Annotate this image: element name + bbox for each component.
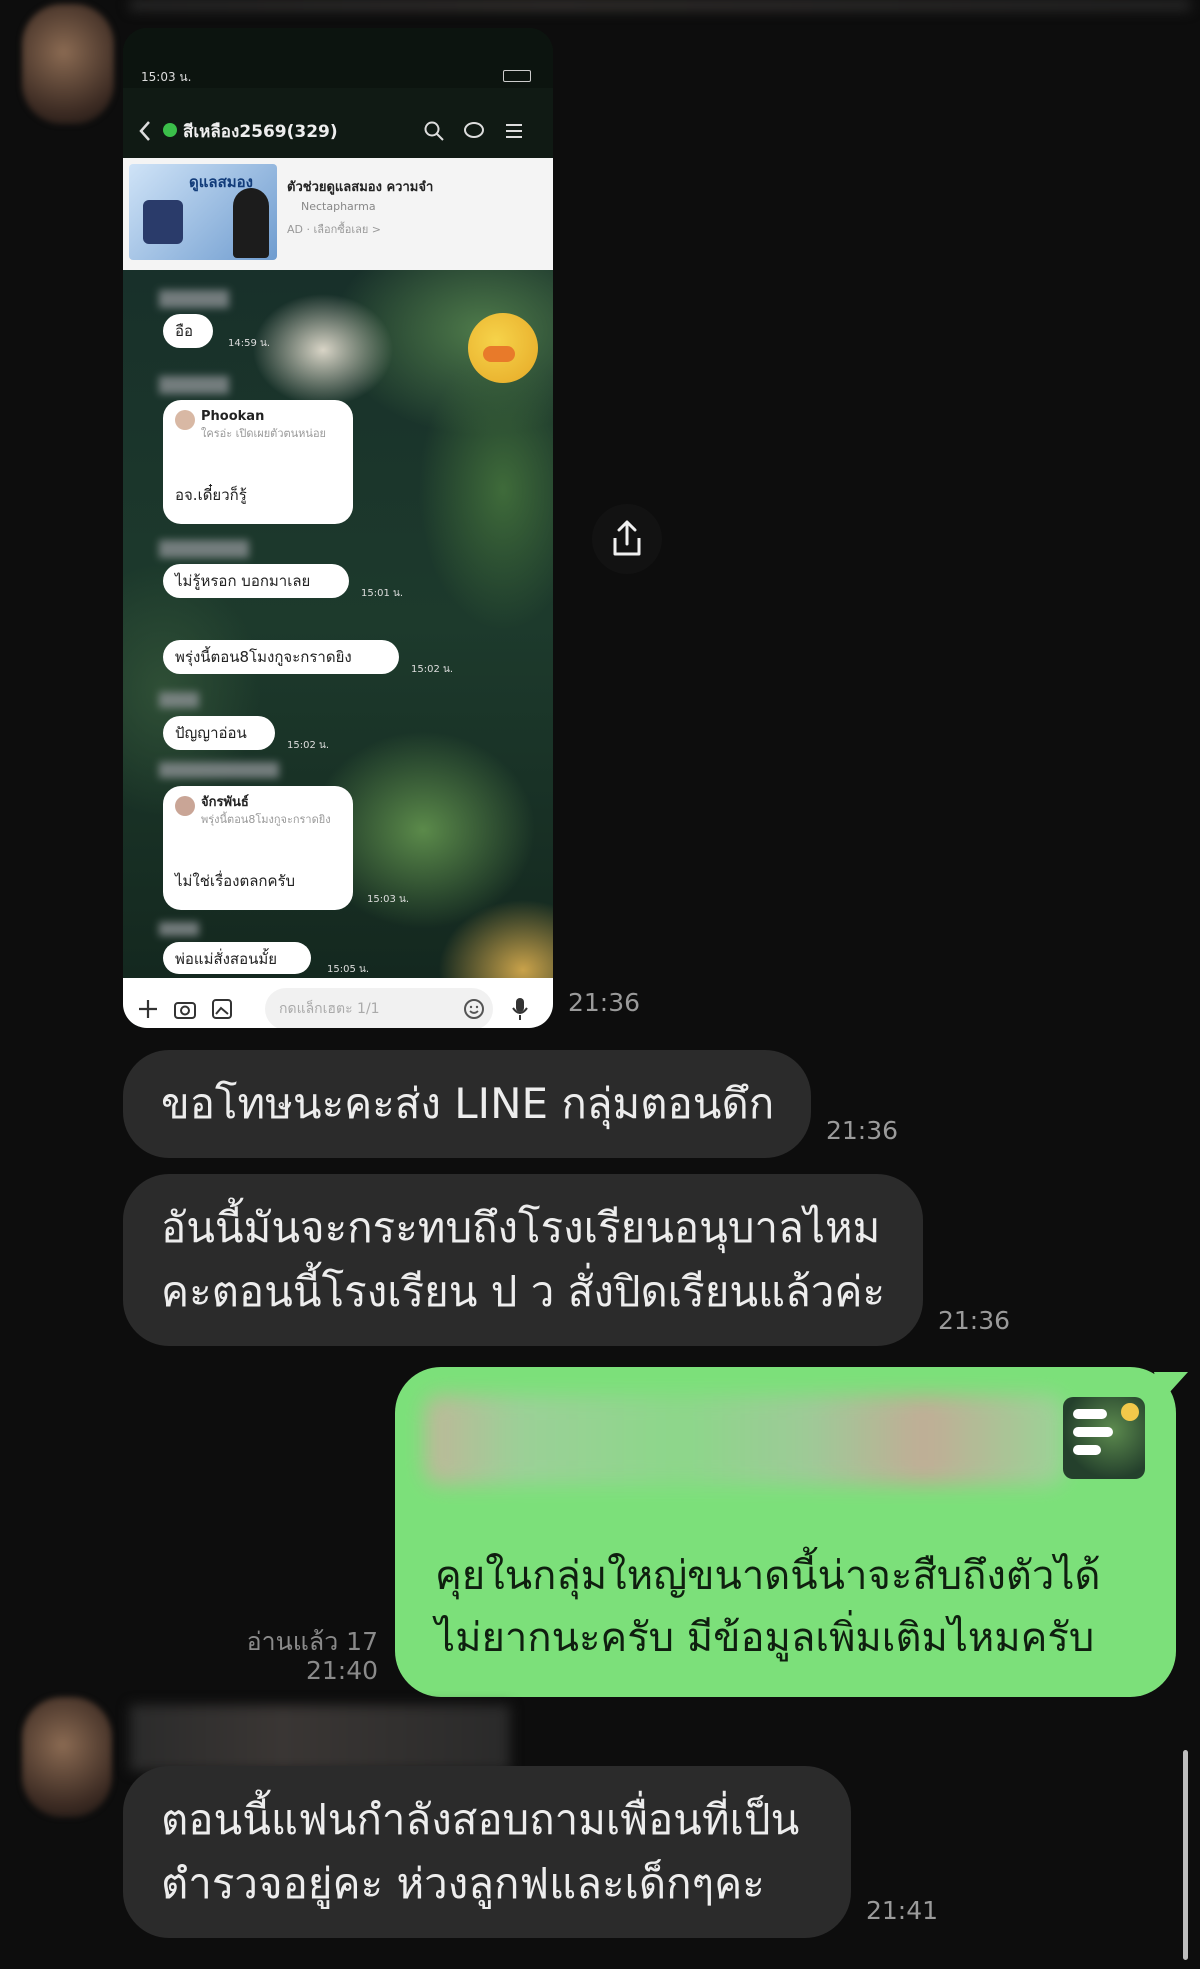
ad-footer[interactable]: AD · เลือกซื้อเลย > bbox=[287, 220, 381, 238]
message-text-line1: ตอนนี้แฟนกำลังสอบถามเพื่อนที่เป็น bbox=[161, 1795, 800, 1844]
camera-icon[interactable] bbox=[173, 998, 197, 1020]
online-dot-icon bbox=[163, 123, 177, 137]
thumb-bubble bbox=[1073, 1427, 1113, 1437]
sender-name-blurred bbox=[130, 1705, 510, 1771]
blurred-sender bbox=[159, 762, 279, 778]
incoming-message[interactable]: ขอโทษนะคะส่ง LINE กลุ่มตอนดึก bbox=[123, 1050, 811, 1158]
incoming-message[interactable]: อันนี้มันจะกระทบถึงโรงเรียนอนุบาลไหม คะต… bbox=[123, 1174, 923, 1346]
phone-reply-message: จักรพันธ์ พรุ่งนี้ตอน8โมงกูจะกราดยิง ไม่… bbox=[163, 786, 353, 910]
phone-message: ปัญญาอ่อน bbox=[163, 716, 275, 750]
quoted-image-thumbnail[interactable] bbox=[1063, 1397, 1145, 1479]
phone-input-bar: กดแล็กเฮตะ 1/1 bbox=[123, 978, 553, 1028]
sender-avatar[interactable] bbox=[22, 4, 114, 124]
phone-message: พ่อแม่สั่งสอนมั้ย bbox=[163, 942, 311, 974]
share-icon bbox=[613, 520, 641, 556]
quoted-message-preview[interactable] bbox=[425, 1395, 1065, 1485]
message-time: 21:41 bbox=[866, 1896, 939, 1925]
phone-message-time: 15:02 น. bbox=[287, 740, 330, 751]
reply-text: อจ.เดี๋ยวก็รู้ bbox=[175, 486, 247, 504]
sender-avatar[interactable] bbox=[22, 1697, 112, 1817]
reply-quote: พรุ่งนี้ตอน8โมงกูจะกราดยิง bbox=[201, 813, 331, 826]
ad-image: ดูแลสมอง bbox=[129, 164, 277, 260]
phone-chat-title: สีเหลือง2569(329) bbox=[183, 122, 338, 142]
phone-status-bar: 15:03 น. bbox=[123, 28, 553, 88]
outgoing-line1: คุยในกลุ่มใหญ่ขนาดนี้น่าจะสืบถึงตัวได้ bbox=[435, 1553, 1101, 1599]
ad-product-icon bbox=[143, 200, 183, 244]
image-icon[interactable] bbox=[211, 998, 233, 1020]
mic-icon[interactable] bbox=[511, 996, 529, 1022]
phone-message-time: 15:02 น. bbox=[411, 664, 454, 675]
thumb-bubble bbox=[1073, 1409, 1107, 1419]
battery-icon bbox=[503, 70, 531, 82]
phone-ad-banner[interactable]: ดูแลสมอง ตัวช่วยดูแลสมอง ความจำ Nectapha… bbox=[123, 158, 553, 270]
chat-bubble-icon[interactable] bbox=[463, 120, 485, 142]
phone-message: พรุ่งนี้ตอน8โมงกูจะกราดยิง bbox=[163, 640, 399, 674]
ad-title: ตัวช่วยดูแลสมอง ความจำ bbox=[287, 180, 434, 195]
phone-message: ไม่รู้หรอก บอกมาเลย bbox=[163, 564, 349, 598]
outgoing-message-text: คุยในกลุ่มใหญ่ขนาดนี้น่าจะสืบถึงตัวได้ ไ… bbox=[435, 1545, 1155, 1669]
phone-message: อือ bbox=[163, 314, 213, 348]
menu-icon[interactable] bbox=[503, 120, 525, 142]
ad-advertiser: Nectapharma bbox=[301, 200, 376, 213]
phone-reply-message: Phookan ใครอ่ะ เปิดเผยตัวตนหน่อย อจ.เดี๋… bbox=[163, 400, 353, 524]
ad-person-icon bbox=[233, 188, 269, 258]
chevron-left-icon[interactable] bbox=[137, 120, 153, 142]
search-icon[interactable] bbox=[423, 120, 445, 142]
reply-avatar bbox=[175, 796, 195, 816]
message-text-line2: คะตอนนี้โรงเรียน ป ว สั่งปิดเรียนแล้วค่ะ bbox=[161, 1267, 886, 1316]
reply-name: จักรพันธ์ bbox=[201, 795, 249, 810]
message-text-line2: ตำรวจอยู่คะ ห่วงลูกฟและเด็กๆคะ bbox=[161, 1859, 765, 1908]
message-time: 21:36 bbox=[938, 1306, 1011, 1335]
incoming-message[interactable]: ตอนนี้แฟนกำลังสอบถามเพื่อนที่เป็น ตำรวจอ… bbox=[123, 1766, 851, 1938]
blurred-sender bbox=[159, 540, 249, 558]
reply-avatar bbox=[175, 410, 195, 430]
blurred-sender bbox=[159, 692, 199, 708]
outgoing-line2: ไม่ยากนะครับ มีข้อมูลเพิ่มเติมไหมครับ bbox=[435, 1615, 1095, 1661]
phone-message-time: 15:05 น. bbox=[327, 964, 370, 975]
phone-status-time: 15:03 น. bbox=[141, 70, 192, 84]
blurred-sender bbox=[159, 922, 199, 936]
reply-text: ไม่ใช่เรื่องตลกครับ bbox=[175, 872, 296, 890]
scrollbar[interactable] bbox=[1183, 1750, 1188, 1960]
phone-message-time: 15:03 น. bbox=[367, 894, 410, 905]
message-time: 21:36 bbox=[826, 1116, 899, 1145]
message-text: ขอโทษนะคะส่ง LINE กลุ่มตอนดึก bbox=[161, 1079, 775, 1128]
emoji-icon[interactable] bbox=[463, 998, 485, 1020]
blurred-sender bbox=[159, 376, 229, 394]
top-divider bbox=[130, 0, 1190, 10]
phone-message-input[interactable]: กดแล็กเฮตะ 1/1 bbox=[265, 988, 493, 1028]
share-button[interactable] bbox=[592, 504, 662, 574]
thumb-bubble bbox=[1073, 1445, 1101, 1455]
screenshot-image-message[interactable]: 15:03 น. สีเหลือง2569(329) ดูแลสมอง ตัวช… bbox=[123, 28, 553, 1028]
plus-icon[interactable] bbox=[137, 998, 159, 1020]
phone-message-time: 14:59 น. bbox=[228, 338, 271, 349]
message-time: 21:40 bbox=[305, 1656, 378, 1685]
blurred-sender bbox=[159, 290, 229, 308]
phone-message-time: 15:01 น. bbox=[361, 588, 404, 599]
message-text-line1: อันนี้มันจะกระทบถึงโรงเรียนอนุบาลไหม bbox=[161, 1203, 881, 1252]
thumb-duck bbox=[1121, 1403, 1139, 1421]
outgoing-reply-message[interactable]: คุยในกลุ่มใหญ่ขนาดนี้น่าจะสืบถึงตัวได้ ไ… bbox=[395, 1367, 1176, 1697]
reply-quote: ใครอ่ะ เปิดเผยตัวตนหน่อย bbox=[201, 427, 326, 440]
message-time: 21:36 bbox=[568, 988, 641, 1017]
duck-beak bbox=[483, 346, 515, 362]
reply-name: Phookan bbox=[201, 409, 265, 424]
